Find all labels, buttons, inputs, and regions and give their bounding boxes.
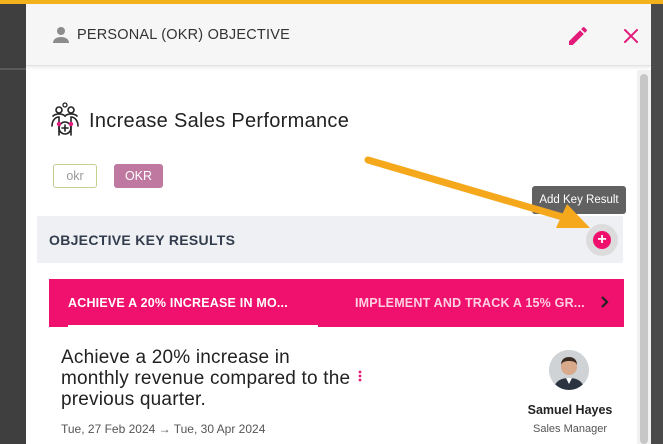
key-results-title: OBJECTIVE KEY RESULTS xyxy=(49,232,236,248)
owner-role: Sales Manager xyxy=(533,423,607,435)
team-objective-icon xyxy=(48,102,82,140)
close-button[interactable] xyxy=(619,24,643,48)
key-results-header: OBJECTIVE KEY RESULTS + xyxy=(37,216,623,263)
tabs-next-button[interactable] xyxy=(594,291,616,315)
tag-okr-lowercase[interactable]: okr xyxy=(53,164,97,188)
key-result-tabs: ACHIEVE A 20% INCREASE IN MO... IMPLEMEN… xyxy=(49,279,624,327)
key-result-dates: Tue, 27 Feb 2024 → Tue, 30 Apr 2024 xyxy=(61,422,266,436)
owner-name: Samuel Hayes xyxy=(527,403,613,417)
background-overlay-left xyxy=(0,4,26,444)
tab-key-result-1[interactable]: ACHIEVE A 20% INCREASE IN MO... xyxy=(68,279,318,327)
key-result-name: Achieve a 20% increase in monthly revenu… xyxy=(61,347,351,410)
tab-label: ACHIEVE A 20% INCREASE IN MO... xyxy=(68,296,288,310)
edit-button[interactable] xyxy=(566,24,590,48)
tag-okr-uppercase[interactable]: OKR xyxy=(114,164,163,188)
active-tab-indicator xyxy=(68,325,318,327)
panel-scrollbar[interactable] xyxy=(637,70,651,444)
person-icon xyxy=(52,26,70,44)
add-key-result-tooltip: Add Key Result xyxy=(532,186,626,214)
tab-key-result-2[interactable]: IMPLEMENT AND TRACK A 15% GR... xyxy=(355,279,587,327)
plus-icon: + xyxy=(593,231,611,249)
avatar[interactable] xyxy=(549,350,589,390)
scrollbar-thumb[interactable] xyxy=(640,74,648,444)
panel-header: PERSONAL (OKR) OBJECTIVE xyxy=(26,4,651,66)
close-icon xyxy=(619,29,643,52)
objective-title: Increase Sales Performance xyxy=(89,110,350,132)
key-result-menu-button[interactable] xyxy=(353,370,367,388)
tab-label: IMPLEMENT AND TRACK A 15% GR... xyxy=(355,296,585,310)
chevron-right-icon xyxy=(599,293,611,313)
background-overlay-right xyxy=(651,4,663,444)
add-key-result-button[interactable]: + xyxy=(586,224,618,256)
pencil-icon xyxy=(566,26,590,52)
panel-title: PERSONAL (OKR) OBJECTIVE xyxy=(77,27,290,43)
objective-panel: PERSONAL (OKR) OBJECTIVE Increase Sales … xyxy=(26,4,651,444)
more-vertical-icon xyxy=(358,369,362,385)
